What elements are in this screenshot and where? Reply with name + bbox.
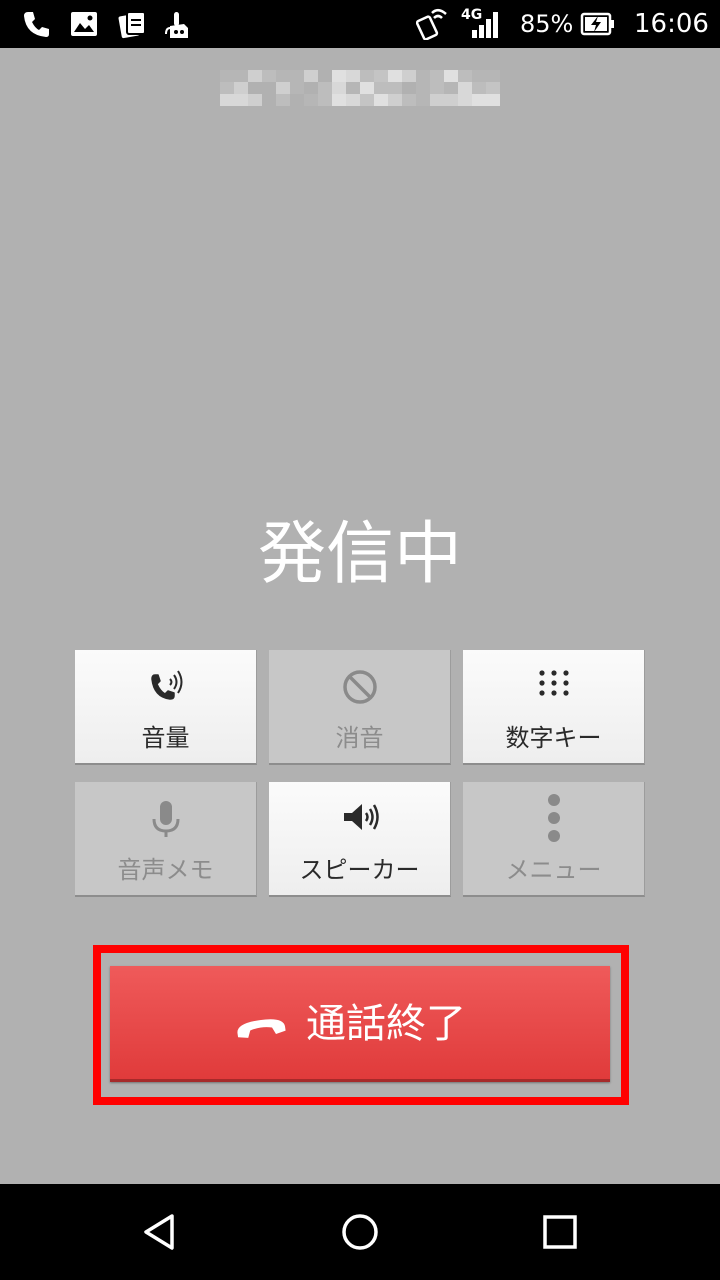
redaction-pixel [262,94,276,106]
volume-label: 音量 [141,724,190,752]
redaction-pixel [276,82,290,94]
mute-icon [340,667,380,707]
volume-handset-icon [146,667,186,707]
redaction-pixel [220,82,234,94]
redaction-pixel [248,70,262,82]
touch-icon [162,8,194,40]
redaction-pixel [234,82,248,94]
redaction-pixel [388,94,402,106]
redaction-pixel [444,82,458,94]
redaction-pixel [220,94,234,106]
mute-button[interactable]: 消音 [269,650,451,765]
redaction-pixel [346,94,360,106]
redaction-pixel [304,82,318,94]
redaction-pixel [430,70,444,82]
end-call-button[interactable]: 通話終了 [110,966,610,1082]
redaction-pixel [486,82,500,94]
redaction-pixel [416,70,430,82]
dialpad-label: 数字キー [505,724,602,752]
menu-button[interactable]: メニュー [463,782,645,897]
status-bar: 4G 85% 16:06 [0,0,720,48]
redaction-pixel [262,82,276,94]
redaction-pixel [332,82,346,94]
recents-icon[interactable] [540,1212,580,1252]
redaction-pixel [444,70,458,82]
redaction-pixel [290,94,304,106]
redaction-pixel [458,70,472,82]
redaction-pixel [220,70,234,82]
redaction-pixel [290,82,304,94]
gallery-icon [68,8,100,40]
microphone-icon [146,799,186,839]
redaction-pixel [360,70,374,82]
redaction-pixel [374,82,388,94]
redaction-pixel [360,82,374,94]
redaction-pixel [276,94,290,106]
cards-icon [116,8,148,40]
redaction-pixel [402,82,416,94]
redaction-pixel [346,82,360,94]
redaction-pixel [290,70,304,82]
redaction-pixel [304,94,318,106]
redaction-pixel [332,70,346,82]
speaker-icon [340,799,380,839]
redaction-pixel [234,70,248,82]
redaction-pixel [318,70,332,82]
menu-label: メニュー [505,856,602,884]
dialpad-button[interactable]: 数字キー [463,650,645,765]
volume-button[interactable]: 音量 [75,650,257,765]
redaction-pixel [430,82,444,94]
voice-memo-label: 音声メモ [117,856,214,884]
redaction-pixel [388,82,402,94]
redaction-pixel [276,70,290,82]
signal-icon [470,8,502,40]
redaction-pixel [486,94,500,106]
redaction-pixel [332,94,346,106]
home-icon[interactable] [340,1212,380,1252]
redaction-pixel [318,94,332,106]
back-icon[interactable] [140,1212,180,1252]
voice-memo-button[interactable]: 音声メモ [75,782,257,897]
redaction-pixel [458,82,472,94]
redaction-pixel [472,82,486,94]
redaction-pixel [458,94,472,106]
redaction-pixel [248,82,262,94]
redaction-pixel [374,94,388,106]
redaction-pixel [402,94,416,106]
redaction-pixel [304,70,318,82]
redaction-pixel [388,70,402,82]
battery-percent: 85% [520,10,574,38]
dialpad-icon [534,667,574,707]
redaction-pixel [416,94,430,106]
redaction-pixel [248,94,262,106]
redaction-pixel [472,94,486,106]
redaction-pixel [472,70,486,82]
end-call-label: 通話終了 [306,1001,466,1047]
battery-charging-icon [580,8,616,40]
redaction-pixel [416,82,430,94]
phone-number-redacted [220,70,505,106]
redaction-pixel [318,82,332,94]
phone-icon [20,8,52,40]
redaction-pixel [402,70,416,82]
redaction-pixel [486,70,500,82]
redaction-pixel [346,70,360,82]
redaction-pixel [234,94,248,106]
speaker-button[interactable]: スピーカー [269,782,451,897]
nfc-icon [416,8,448,40]
redaction-pixel [262,70,276,82]
redaction-pixel [444,94,458,106]
hang-up-icon [234,1000,288,1048]
call-status: 発信中 [257,515,462,594]
menu-dots-icon [534,792,574,844]
redaction-pixel [374,70,388,82]
clock: 16:06 [634,9,709,39]
redaction-pixel [360,94,374,106]
redaction-pixel [430,94,444,106]
mute-label: 消音 [335,724,384,752]
navigation-bar [0,1184,720,1280]
speaker-label: スピーカー [299,856,420,884]
